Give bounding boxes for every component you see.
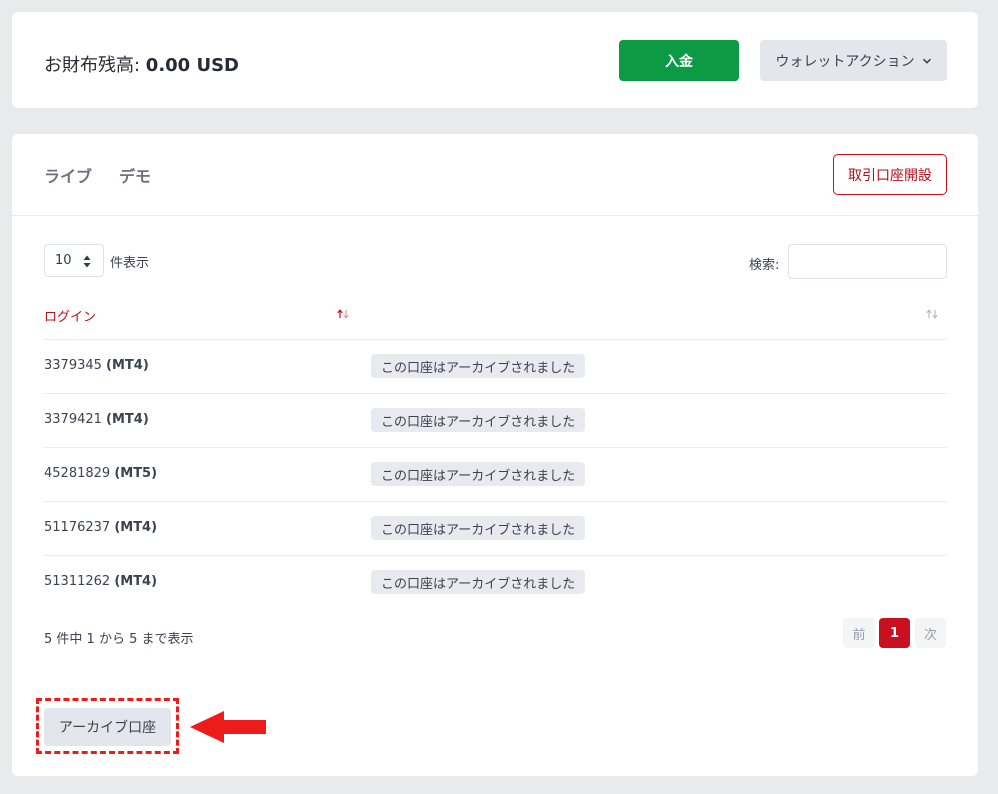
accounts-card: ライブ デモ 取引口座開設 10 件表示 検索: ログイン 3379345 (M… — [12, 134, 978, 776]
archived-accounts-button[interactable]: アーカイブ口座 — [44, 708, 171, 746]
platform-label: (MT4) — [106, 358, 149, 373]
page-length-value: 10 — [55, 253, 72, 268]
deposit-button[interactable]: 入金 — [619, 40, 739, 81]
table-row: 51311262 (MT4) この口座はアーカイブされました — [44, 555, 947, 609]
login-number: 3379345 — [44, 358, 102, 373]
table-row: 51176237 (MT4) この口座はアーカイブされました — [44, 501, 947, 555]
account-login: 51311262 (MT4) — [44, 574, 157, 589]
table-row: 45281829 (MT5) この口座はアーカイブされました — [44, 447, 947, 501]
pagination-page-1[interactable]: 1 — [879, 618, 910, 648]
login-number: 51176237 — [44, 520, 111, 535]
status-badge: この口座はアーカイブされました — [371, 354, 586, 378]
pagination-next[interactable]: 次 — [915, 618, 946, 648]
login-number: 51311262 — [44, 574, 111, 589]
platform-label: (MT4) — [114, 520, 158, 535]
account-login: 3379345 (MT4) — [44, 358, 149, 373]
wallet-actions-label: ウォレットアクション — [775, 53, 915, 70]
tab-demo[interactable]: デモ — [119, 163, 151, 187]
login-number: 45281829 — [44, 466, 111, 481]
select-arrows-icon — [83, 255, 91, 268]
status-badge: この口座はアーカイブされました — [371, 408, 586, 432]
pagination-previous[interactable]: 前 — [843, 618, 875, 648]
table-row: 3379421 (MT4) この口座はアーカイブされました — [44, 393, 947, 447]
open-trading-account-button[interactable]: 取引口座開設 — [833, 154, 947, 195]
page-length-label: 件表示 — [110, 256, 150, 271]
status-badge: この口座はアーカイブされました — [371, 570, 586, 594]
sort-icon[interactable] — [337, 309, 349, 319]
balance-label: お財布残高: — [44, 55, 146, 76]
archived-accounts-label: アーカイブ口座 — [58, 720, 157, 736]
annotation-arrow-icon — [190, 711, 266, 743]
wallet-actions-dropdown[interactable]: ウォレットアクション — [760, 40, 947, 81]
balance-card: お財布残高: 0.00 USD 入金 ウォレットアクション — [12, 12, 978, 108]
sort-icon[interactable] — [926, 309, 938, 319]
deposit-button-label: 入金 — [665, 53, 693, 70]
table-row: 3379345 (MT4) この口座はアーカイブされました — [44, 339, 947, 393]
search-label: 検索: — [749, 258, 780, 273]
platform-label: (MT4) — [106, 412, 149, 427]
account-login: 51176237 (MT4) — [44, 520, 157, 535]
status-badge: この口座はアーカイブされました — [371, 462, 586, 486]
chevron-down-icon — [922, 58, 931, 64]
divider — [12, 215, 978, 216]
account-login: 45281829 (MT5) — [44, 466, 157, 481]
login-number: 3379421 — [44, 412, 102, 427]
column-header-login[interactable]: ログイン — [44, 306, 96, 325]
platform-label: (MT4) — [114, 574, 158, 589]
table-info: 5 件中 1 から 5 まで表示 — [44, 632, 194, 647]
platform-label: (MT5) — [114, 466, 158, 481]
open-trading-account-label: 取引口座開設 — [848, 167, 932, 184]
wallet-balance: お財布残高: 0.00 USD — [44, 51, 239, 77]
tab-live[interactable]: ライブ — [44, 163, 92, 187]
account-login: 3379421 (MT4) — [44, 412, 149, 427]
balance-amount: 0.00 USD — [145, 55, 239, 76]
status-badge: この口座はアーカイブされました — [371, 516, 586, 540]
search-input[interactable] — [788, 244, 947, 279]
page-length-select[interactable]: 10 — [44, 244, 104, 277]
